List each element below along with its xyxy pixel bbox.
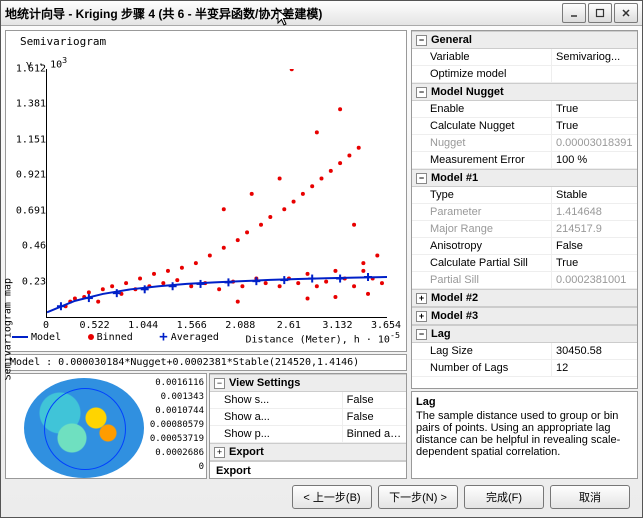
export-header[interactable]: + Export: [210, 443, 406, 461]
window-title: 地统计向导 - Kriging 步骤 4 (共 6 - 半变异函数/协方差建模): [5, 5, 562, 22]
map-legend-value: 0: [150, 460, 204, 474]
legend-averaged: +Averaged: [159, 332, 219, 343]
maximize-button[interactable]: [588, 3, 612, 23]
y-tick: 1.612: [6, 64, 46, 75]
x-tick: 0.522: [80, 320, 110, 331]
x-tick: 1.044: [128, 320, 158, 331]
props-section-header[interactable]: −Model Nugget: [412, 83, 637, 101]
property-row[interactable]: Calculate NuggetTrue: [412, 118, 637, 135]
property-row[interactable]: Parameter1.414648: [412, 204, 637, 221]
x-tick: 3.654: [371, 320, 401, 331]
description-panel: Lag The sample distance used to group or…: [411, 391, 638, 479]
map-axis-label: Semivariogram map: [5, 278, 14, 380]
view-setting-row[interactable]: Show p...Binned and...: [210, 426, 406, 443]
expand-icon[interactable]: +: [416, 311, 427, 322]
property-row[interactable]: Nugget0.00003018391: [412, 135, 637, 152]
model-formula: Model : 0.000030184*Nugget+0.0002381*Sta…: [5, 354, 407, 371]
y-tick: 1.151: [6, 134, 46, 145]
collapse-icon[interactable]: −: [416, 87, 427, 98]
map-legend-value: 0.0016116: [150, 376, 204, 390]
description-body: The sample distance used to group or bin…: [416, 410, 633, 458]
property-row[interactable]: Major Range214517.9: [412, 221, 637, 238]
description-title: Lag: [416, 396, 633, 408]
map-legend-value: 0.0002686: [150, 446, 204, 460]
expand-icon[interactable]: +: [416, 293, 427, 304]
map-legend-value: 0.0010744: [150, 404, 204, 418]
view-setting-row[interactable]: Show a...False: [210, 409, 406, 426]
y-tick: 1.381: [6, 99, 46, 110]
map-legend-value: 0.00080579: [150, 418, 204, 432]
legend-binned: Binned: [88, 332, 133, 343]
y-tick: 0.46: [6, 241, 46, 252]
property-row[interactable]: Number of Lags12: [412, 360, 637, 377]
collapse-icon[interactable]: −: [416, 329, 427, 340]
map-legend-value: 0.001343: [150, 390, 204, 404]
x-tick: 2.61: [277, 320, 301, 331]
props-section-header[interactable]: −Model #1: [412, 169, 637, 187]
x-tick: 0: [43, 320, 49, 331]
chart-title: Semivariogram: [6, 31, 406, 48]
back-button[interactable]: < 上一步(B): [292, 485, 372, 509]
property-row[interactable]: Optimize model: [412, 66, 637, 83]
properties-panel[interactable]: −GeneralVariableSemivariog...Optimize mo…: [411, 30, 638, 389]
y-tick: 0.691: [6, 205, 46, 216]
property-row[interactable]: Measurement Error100 %: [412, 152, 637, 169]
props-section-header[interactable]: −Lag: [412, 325, 637, 343]
property-row[interactable]: Lag Size30450.58: [412, 343, 637, 360]
map-legend-value: 0.00053719: [150, 432, 204, 446]
collapse-icon[interactable]: −: [416, 173, 427, 184]
collapse-icon[interactable]: −: [416, 35, 427, 46]
property-row[interactable]: AnisotropyFalse: [412, 238, 637, 255]
cancel-button[interactable]: 取消: [550, 485, 630, 509]
semivariogram-chart: Semivariogram γ · 103 Model Binned +Aver…: [5, 30, 407, 352]
view-settings-header[interactable]: − View Settings: [210, 374, 406, 392]
y-tick: 0.921: [6, 170, 46, 181]
props-section-header[interactable]: +Model #3: [412, 307, 637, 325]
view-setting-row[interactable]: Show s...False: [210, 392, 406, 409]
expand-icon[interactable]: +: [214, 447, 225, 458]
finish-button[interactable]: 完成(F): [464, 485, 544, 509]
property-row[interactable]: VariableSemivariog...: [412, 49, 637, 66]
property-row[interactable]: TypeStable: [412, 187, 637, 204]
x-tick: 1.566: [177, 320, 207, 331]
legend-model: Model: [12, 332, 61, 343]
property-row[interactable]: Partial Sill0.0002381001: [412, 272, 637, 289]
property-row[interactable]: EnableTrue: [412, 101, 637, 118]
export-footer: Export: [210, 461, 406, 479]
props-section-header[interactable]: −General: [412, 31, 637, 49]
x-tick: 2.088: [225, 320, 255, 331]
view-settings-panel: − View Settings Show s...FalseShow a...F…: [209, 373, 407, 479]
x-axis-label: Distance (Meter), h · 10-5: [245, 330, 400, 345]
property-row[interactable]: Calculate Partial SillTrue: [412, 255, 637, 272]
collapse-icon[interactable]: −: [214, 378, 225, 389]
next-button[interactable]: 下一步(N) >: [378, 485, 458, 509]
x-tick: 3.132: [322, 320, 352, 331]
minimize-button[interactable]: [562, 3, 586, 23]
close-button[interactable]: [614, 3, 638, 23]
semivariogram-map: Semivariogram map 0.00161160.0013430.001…: [5, 373, 207, 479]
props-section-header[interactable]: +Model #2: [412, 289, 637, 307]
